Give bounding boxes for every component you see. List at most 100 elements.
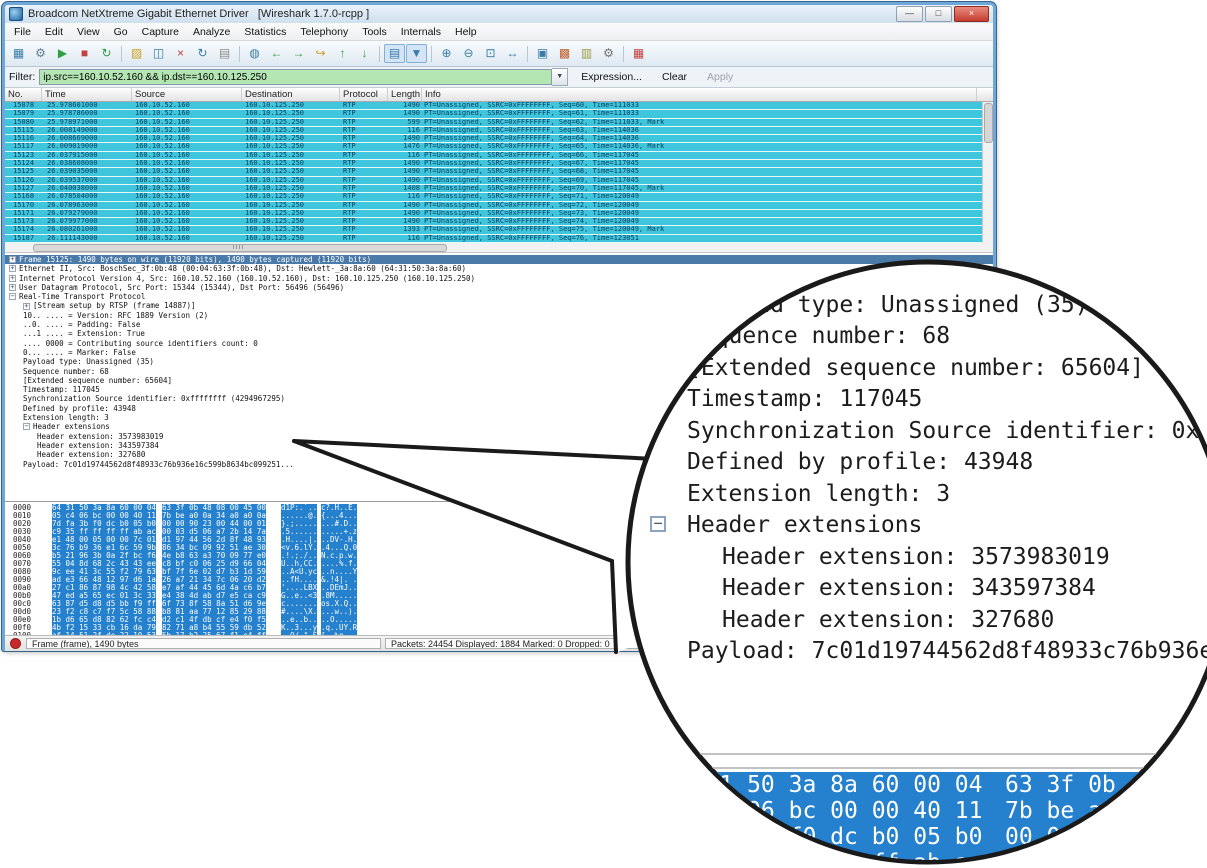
detail-row[interactable]: ..0. .... = Padding: False [5,320,993,329]
minimize-button[interactable]: — [896,6,923,22]
menu-item-tools[interactable]: Tools [355,25,394,39]
expression-button[interactable]: Expression... [574,71,649,83]
close-file-icon[interactable]: × [170,44,191,63]
horizontal-scrollbar[interactable] [5,243,993,253]
column-header-time[interactable]: Time [42,88,132,101]
go-back-icon[interactable]: ← [266,44,287,63]
go-forward-icon[interactable]: → [288,44,309,63]
menu-item-view[interactable]: View [70,25,107,39]
packet-row[interactable]: 1518726.111143000160.10.52.160160.10.125… [5,235,993,243]
print-icon[interactable]: ▤ [214,44,235,63]
collapse-icon[interactable]: − [23,423,30,430]
start-capture-icon[interactable]: ▶ [52,44,73,63]
menu-item-help[interactable]: Help [448,25,484,39]
detail-row[interactable]: Header extension: 327680 [5,450,993,459]
capture-options-icon[interactable]: ⚙ [30,44,51,63]
expand-icon[interactable]: + [9,275,16,282]
detail-row[interactable]: +[Stream setup by RTSP (frame 14887)] [5,301,993,310]
list-interfaces-icon[interactable]: ▦ [8,44,29,63]
vertical-scrollbar-thumb[interactable] [984,103,993,143]
expand-icon[interactable]: + [9,284,16,291]
go-first-icon[interactable]: ↑ [332,44,353,63]
capture-filters-icon[interactable]: ▣ [532,44,553,63]
menu-item-statistics[interactable]: Statistics [237,25,293,39]
close-button[interactable]: × [954,6,989,22]
maximize-button[interactable]: □ [925,6,952,22]
zoom-out-icon[interactable]: ⊖ [458,44,479,63]
autoscroll-toggle-icon[interactable]: ▼ [406,44,427,63]
coloring-rules-icon[interactable]: ▥ [576,44,597,63]
packet-list-header[interactable]: No.TimeSourceDestinationProtocolLengthIn… [5,88,993,102]
detail-row[interactable]: Defined by profile: 43948 [5,404,993,413]
column-header-protocol[interactable]: Protocol [340,88,388,101]
zoom-in-icon[interactable]: ⊕ [436,44,457,63]
clear-button[interactable]: Clear [655,71,694,83]
stop-capture-icon[interactable]: ■ [74,44,95,63]
menu-item-file[interactable]: File [7,25,38,39]
help-icon[interactable]: ▦ [628,44,649,63]
menu-item-internals[interactable]: Internals [394,25,448,39]
detail-row[interactable]: Sequence number: 68 [5,367,993,376]
zoom-100-icon[interactable]: ⊡ [480,44,501,63]
column-header-length[interactable]: Length [388,88,422,101]
cell-dst: 160.10.125.250 [245,168,304,175]
go-to-packet-icon[interactable]: ↪ [310,44,331,63]
detail-row[interactable]: 10.. .... = Version: RFC 1889 Version (2… [5,311,993,320]
cell-info: PT=Unassigned, SSRC=0xFFFFFFFF, Seq=60, … [424,102,639,109]
detail-row[interactable]: −Real-Time Transport Protocol [5,292,993,301]
title-bar[interactable]: Broadcom NetXtreme Gigabit Ethernet Driv… [5,5,993,23]
menu-item-edit[interactable]: Edit [38,25,70,39]
filter-dropdown-icon[interactable]: ▼ [552,68,568,86]
magnified-hex-row [630,798,1207,824]
preferences-icon[interactable]: ⚙ [598,44,619,63]
toolbar-separator [431,46,432,62]
go-last-icon[interactable]: ↓ [354,44,375,63]
display-filters-icon[interactable]: ▩ [554,44,575,63]
collapse-icon[interactable]: − [9,293,16,300]
cell-time: 26.008149000 [47,127,98,134]
expert-info-icon[interactable] [10,638,21,649]
detail-row[interactable]: [Extended sequence number: 65604] [5,376,993,385]
find-packet-icon[interactable]: ◍ [244,44,265,63]
detail-row[interactable]: Header extension: 343597384 [5,441,993,450]
colorize-toggle-icon[interactable]: ▤ [384,44,405,63]
menu-item-analyze[interactable]: Analyze [186,25,237,39]
detail-row[interactable]: +User Datagram Protocol, Src Port: 15344… [5,283,993,292]
menu-item-go[interactable]: Go [107,25,135,39]
save-file-icon[interactable]: ◫ [148,44,169,63]
expand-icon[interactable]: + [9,265,16,272]
detail-row[interactable]: Header extension: 3573983019 [5,432,993,441]
filter-input[interactable] [39,69,552,85]
open-file-icon[interactable]: ▨ [126,44,147,63]
vertical-scrollbar[interactable] [982,102,993,243]
detail-row[interactable]: ...1 .... = Extension: True [5,329,993,338]
detail-row[interactable]: +Frame 15125: 1490 bytes on wire (11920 … [5,255,993,264]
cell-info: PT=Unassigned, SSRC=0xFFFFFFFF, Seq=64, … [424,135,639,142]
detail-row[interactable]: +Internet Protocol Version 4, Src: 160.1… [5,274,993,283]
restart-capture-icon[interactable]: ↻ [96,44,117,63]
detail-row[interactable]: .... 0000 = Contributing source identifi… [5,339,993,348]
detail-row[interactable]: Payload type: Unassigned (35) [5,357,993,366]
detail-row[interactable]: Payload: 7c01d19744562d8f48933c76b936e16… [5,460,993,469]
menu-item-capture[interactable]: Capture [135,25,186,39]
detail-row[interactable]: +Ethernet II, Src: BoschSec_3f:0b:48 (00… [5,264,993,273]
menu-item-telephony[interactable]: Telephony [293,25,355,39]
column-header-info[interactable]: Info [422,88,977,101]
expand-icon[interactable]: + [23,303,30,310]
cell-len: 1490 [386,177,420,184]
column-header-no[interactable]: No. [5,88,42,101]
detail-row[interactable]: Extension length: 3 [5,413,993,422]
cell-no: 15078 [13,102,34,109]
detail-row[interactable]: Synchronization Source identifier: 0xfff… [5,394,993,403]
resize-columns-icon[interactable]: ↔ [502,44,523,63]
detail-row[interactable]: 0... .... = Marker: False [5,348,993,357]
reload-file-icon[interactable]: ↻ [192,44,213,63]
column-header-destination[interactable]: Destination [242,88,340,101]
detail-row[interactable]: −Header extensions [5,422,993,431]
cell-info: PT=Unassigned, SSRC=0xFFFFFFFF, Seq=67, … [424,160,639,167]
column-header-source[interactable]: Source [132,88,242,101]
detail-row[interactable]: Timestamp: 117045 [5,385,993,394]
expand-icon[interactable]: + [9,256,16,263]
hex-row[interactable]: 0100af 14 51 2f de 22 10 535b 17 b2 25 6… [5,632,993,635]
cell-time: 26.037915000 [47,152,98,159]
